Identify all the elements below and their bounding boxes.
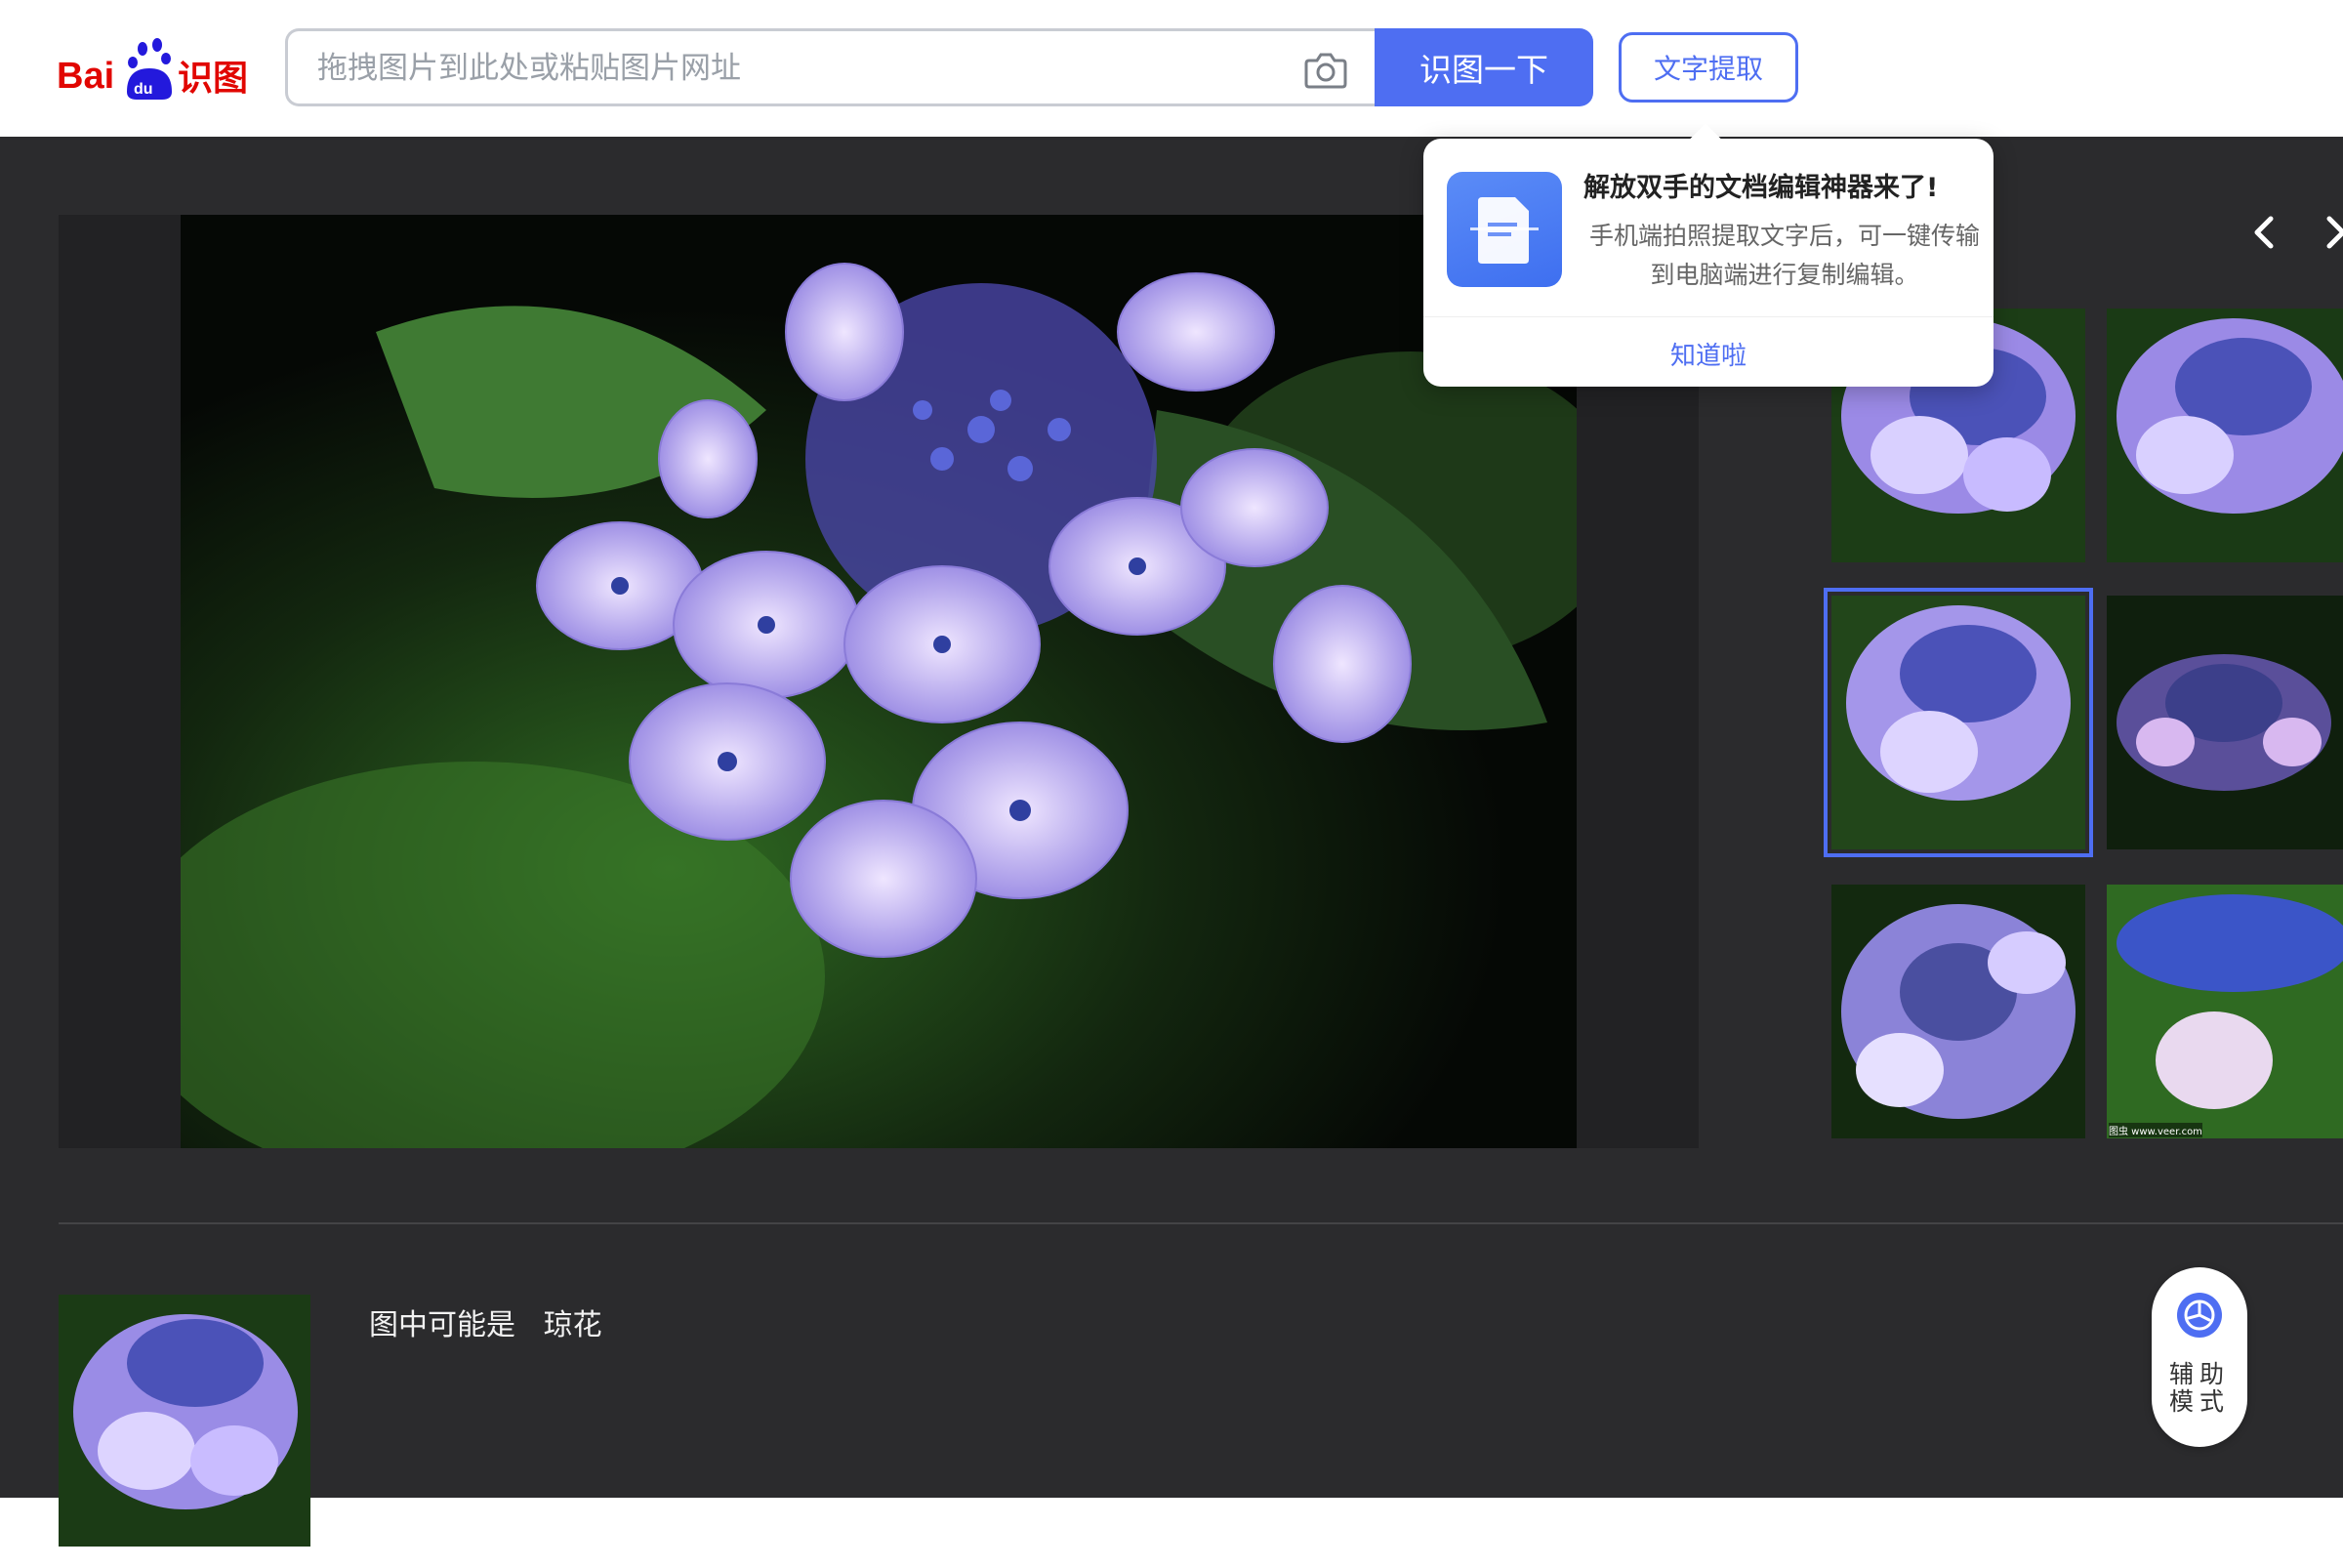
watermark-caption: 图虫 www.veer.com [2109,1123,2202,1137]
popover-divider [1423,316,1994,317]
similar-image[interactable] [1831,885,2085,1138]
similar-image[interactable]: 图虫 www.veer.com [2107,885,2343,1138]
similar-image[interactable] [2107,309,2343,562]
ocr-feature-popover: 解放双手的文档编辑神器来了! 手机端拍照提取文字后，可一键传输到电脑端进行复制编… [1423,123,1994,387]
search-button[interactable]: 识图一下 [1375,28,1593,106]
svg-text:du: du [134,81,153,98]
ocr-button[interactable]: 文字提取 [1619,32,1798,103]
popover-description: 手机端拍照提取文字后，可一键传输到电脑端进行复制编辑。 [1588,222,1980,289]
search-input[interactable] [315,31,1256,105]
svg-text:识图: 识图 [178,59,248,99]
result-thumbnail[interactable] [59,1295,310,1547]
baidu-shitu-logo[interactable]: Bai du 识图 [57,35,252,103]
chevron-left-icon[interactable] [2245,213,2284,252]
popover-confirm-button[interactable]: 知道啦 [1423,326,1994,381]
accessibility-mode-button[interactable]: 辅助模式 [2152,1267,2247,1447]
similar-image-selected[interactable] [1824,588,2093,857]
camera-icon[interactable] [1303,51,1348,90]
divider [59,1222,2343,1224]
chevron-right-icon[interactable] [2325,213,2343,252]
result-value[interactable]: 琼花 [544,1308,602,1342]
header: Bai du 识图 识图一下 文字提取 [0,0,2343,137]
document-icon [1447,172,1562,287]
accessibility-icon [2177,1293,2222,1338]
accessibility-mode-label: 辅助模式 [2168,1360,2230,1416]
popover-title: 解放双手的文档编辑神器来了! [1583,173,1939,203]
similar-image[interactable] [2107,596,2343,849]
search-box [285,28,1377,106]
result-text: 图中可能是 琼花 [369,1300,602,1343]
result-label: 图中可能是 [369,1308,515,1342]
query-image[interactable] [181,215,1577,1148]
svg-text:Bai: Bai [57,56,114,97]
